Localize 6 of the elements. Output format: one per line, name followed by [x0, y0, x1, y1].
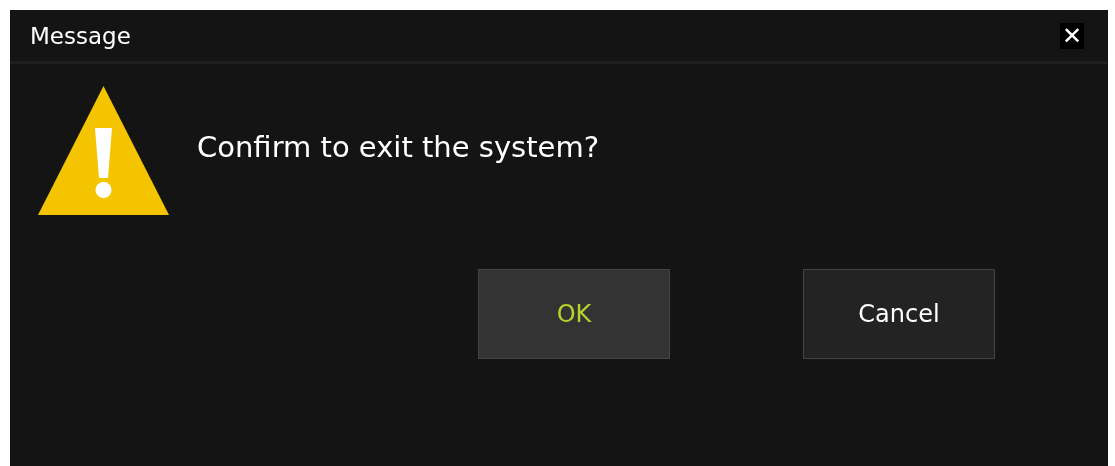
cancel-button[interactable]: Cancel — [803, 269, 995, 359]
ok-button[interactable]: OK — [478, 269, 670, 359]
window-title: Message — [30, 22, 131, 49]
close-button[interactable]: ✕ — [1059, 22, 1084, 49]
warning-icon — [38, 86, 169, 215]
message-text: Confirm to exit the system? — [197, 130, 600, 164]
